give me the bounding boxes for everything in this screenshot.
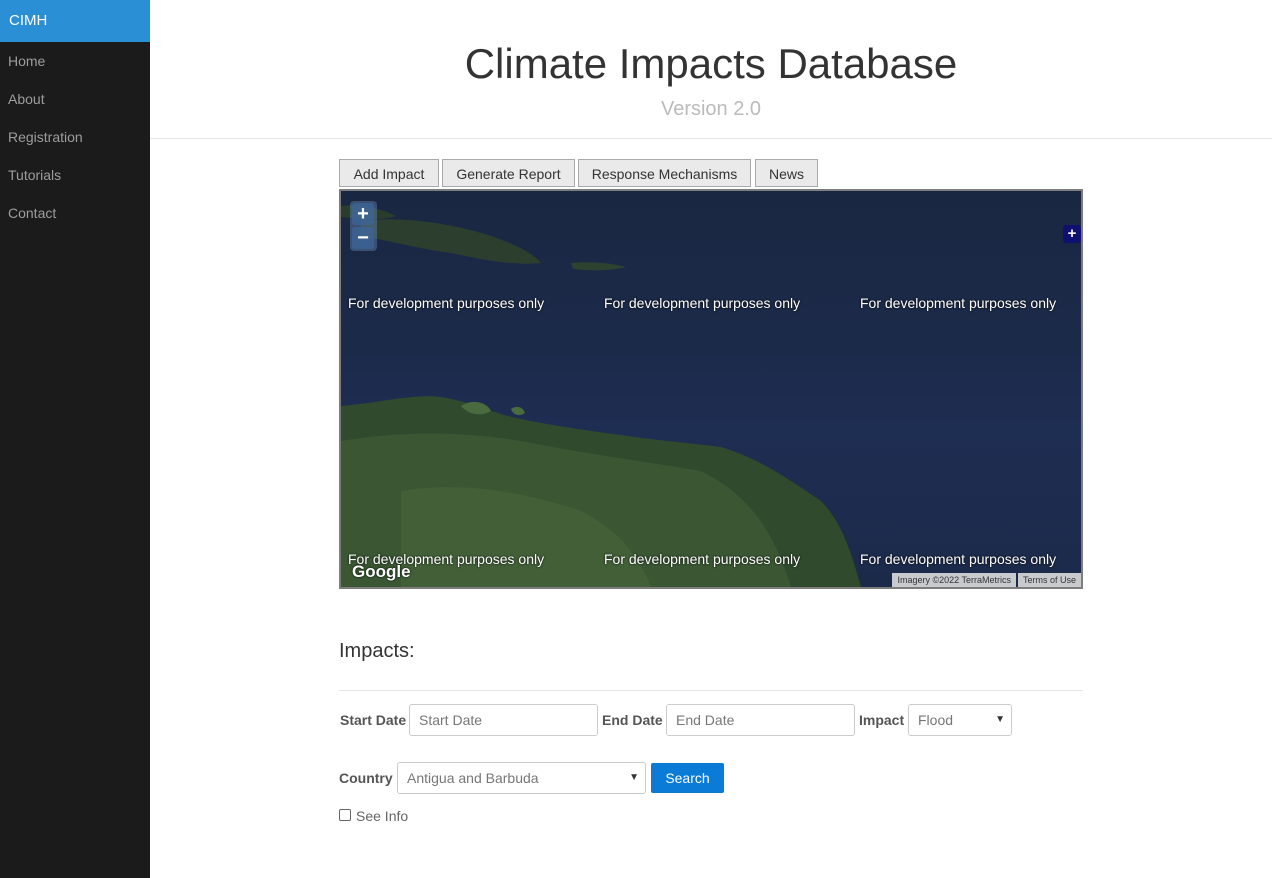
impacts-heading: Impacts: [339,640,415,662]
nav-item-about[interactable]: About [0,80,150,118]
page-subtitle: Version 2.0 [660,98,762,120]
dev-watermark: For development purposes only [860,551,1057,567]
search-button[interactable]: Search [651,763,724,793]
dev-watermark: For development purposes only [860,295,1057,311]
zoom-control: + − [350,201,377,251]
tab-news[interactable]: News [755,159,818,187]
dev-watermark: For development purposes only [348,295,545,311]
brand-link[interactable]: CIMH [0,0,150,42]
impact-label: Impact [859,712,905,728]
nav-item-contact[interactable]: Contact [0,194,150,232]
end-date-label: End Date [602,712,663,728]
tab-add-impact[interactable]: Add Impact [339,159,439,187]
map-expand-icon[interactable]: + [1063,225,1081,243]
dev-watermark: For development purposes only [604,551,801,567]
google-logo: Google [352,562,411,581]
impact-select[interactable]: Flood ▼ [908,704,1012,736]
chevron-down-icon: ▼ [629,772,639,783]
nav-item-home[interactable]: Home [0,42,150,80]
header-divider [150,138,1272,139]
satellite-imagery [341,205,861,587]
tab-generate-report[interactable]: Generate Report [442,159,575,187]
map-view[interactable]: + − + For development purposes only For … [339,189,1083,589]
nav-item-registration[interactable]: Registration [0,118,150,156]
imagery-credit: Imagery ©2022 TerraMetrics [892,573,1016,587]
country-select-value: Antigua and Barbuda [407,770,539,786]
impacts-divider [339,690,1083,691]
nav-item-tutorials[interactable]: Tutorials [0,156,150,194]
main-content: Climate Impacts Database Version 2.0 Add… [150,0,1272,878]
impact-select-value: Flood [918,712,954,728]
chevron-down-icon: ▼ [995,714,1005,725]
page-title: Climate Impacts Database [464,40,958,87]
see-info-label[interactable]: See Info [356,808,408,824]
start-date-label: Start Date [340,712,407,728]
end-date-input[interactable]: End Date [666,704,855,736]
see-info-checkbox[interactable] [339,809,351,821]
start-date-input[interactable]: Start Date [409,704,598,736]
country-select[interactable]: Antigua and Barbuda ▼ [397,762,646,794]
zoom-out-button[interactable]: − [352,227,374,249]
tab-response-mechanisms[interactable]: Response Mechanisms [578,159,751,187]
terms-of-use-link[interactable]: Terms of Use [1017,573,1081,587]
zoom-in-button[interactable]: + [352,203,374,225]
sidebar: CIMH Home About Registration Tutorials C… [0,0,150,878]
map-attribution: Imagery ©2022 TerraMetrics Terms of Use [890,573,1081,587]
dev-watermark: For development purposes only [604,295,801,311]
country-label: Country [339,770,393,786]
